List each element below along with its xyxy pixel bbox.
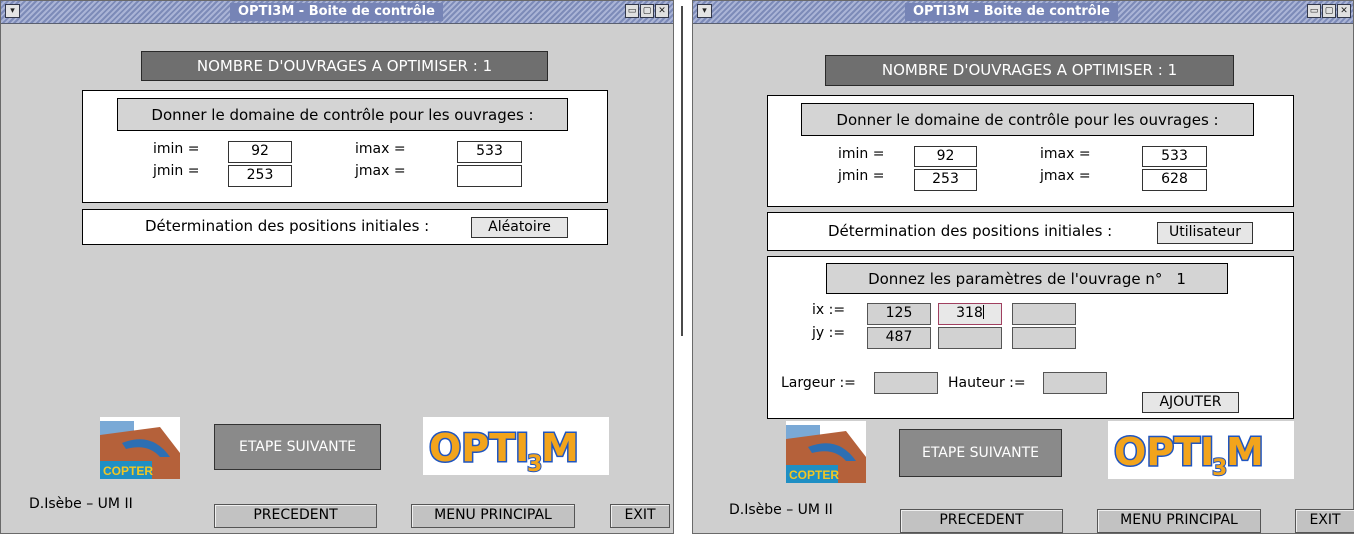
imax-label: imax = [355, 141, 406, 157]
imax-input[interactable]: 533 [1142, 146, 1207, 167]
domain-panel: Donner le domaine de contrôle pour les o… [767, 95, 1294, 207]
params-heading: Donnez les paramètres de l'ouvrage n° 1 [826, 263, 1228, 294]
window-right: ▾ OPTI3M - Boite de contrôle ▭ ▢ ✕ NOMBR… [692, 0, 1354, 534]
jmax-label: jmax = [355, 163, 406, 179]
jmax-input[interactable]: 628 [1142, 169, 1207, 191]
jmax-input[interactable] [457, 165, 522, 187]
init-panel: Détermination des positions initiales : … [767, 212, 1294, 251]
author-label: D.Isèbe – UM II [29, 496, 133, 512]
title-bar[interactable]: ▾ OPTI3M - Boite de contrôle ▭ ▢ ✕ [693, 1, 1353, 24]
maximize-icon[interactable]: ▢ [640, 4, 654, 18]
jmin-input[interactable]: 253 [228, 165, 292, 187]
close-icon[interactable]: ✕ [655, 4, 669, 18]
menu-principal-button[interactable]: MENU PRINCIPAL [1097, 509, 1261, 533]
init-label: Détermination des positions initiales : [145, 217, 430, 235]
window-title: OPTI3M - Boite de contrôle [905, 3, 1118, 21]
svg-text:OPTI: OPTI [429, 426, 529, 470]
opti3m-logo: OPTI M 3 [423, 417, 609, 478]
exit-button[interactable]: EXIT [610, 504, 670, 528]
svg-text:M: M [541, 426, 579, 470]
init-panel: Détermination des positions initiales : … [82, 209, 608, 245]
svg-text:M: M [1226, 430, 1264, 474]
menu-principal-button[interactable]: MENU PRINCIPAL [411, 504, 575, 528]
window-title: OPTI3M - Boite de contrôle [230, 3, 443, 21]
domain-heading: Donner le domaine de contrôle pour les o… [117, 98, 568, 131]
text-cursor-icon [982, 305, 984, 319]
ix-label: ix := [812, 302, 846, 318]
jmax-label: jmax = [1040, 168, 1091, 184]
copter-logo: COPTER [100, 417, 180, 479]
window-menu-icon[interactable]: ▾ [5, 4, 20, 18]
title-bar[interactable]: ▾ OPTI3M - Boite de contrôle ▭ ▢ ✕ [1, 1, 673, 24]
svg-text:3: 3 [1212, 456, 1227, 479]
ix-input-3[interactable] [1012, 303, 1076, 325]
jmin-label: jmin = [838, 168, 885, 184]
close-icon[interactable]: ✕ [1337, 4, 1351, 18]
ix-input-2-value: 318 [956, 305, 983, 321]
jy-input-2[interactable] [938, 327, 1002, 349]
imax-input[interactable]: 533 [457, 141, 522, 163]
maximize-icon[interactable]: ▢ [1322, 4, 1336, 18]
copter-text: COPTER [103, 464, 153, 478]
imin-input[interactable]: 92 [228, 141, 292, 163]
count-label: NOMBRE D'OUVRAGES A OPTIMISER : [196, 57, 478, 75]
precedent-button[interactable]: PRECEDENT [900, 509, 1063, 533]
copter-text: COPTER [789, 468, 839, 482]
count-value: 1 [1167, 61, 1178, 79]
ix-input-2[interactable]: 318 [938, 303, 1002, 325]
etape-suivante-button[interactable]: ETAPE SUIVANTE [899, 429, 1062, 477]
divider-line [681, 6, 683, 336]
largeur-input[interactable] [874, 372, 938, 394]
imin-label: imin = [153, 141, 200, 157]
imin-input[interactable]: 92 [914, 146, 977, 167]
ix-input-1[interactable]: 125 [867, 303, 931, 325]
svg-text:OPTI: OPTI [1114, 430, 1214, 474]
jy-input-1[interactable]: 487 [867, 327, 931, 349]
window-left: ▾ OPTI3M - Boite de contrôle ▭ ▢ ✕ NOMBR… [0, 0, 674, 534]
params-heading-label: Donnez les paramètres de l'ouvrage n° [868, 269, 1163, 288]
precedent-button[interactable]: PRECEDENT [214, 504, 377, 528]
opti3m-logo: OPTI M 3 [1108, 421, 1294, 482]
minimize-icon[interactable]: ▭ [1307, 4, 1321, 18]
aleatoire-button[interactable]: Aléatoire [471, 217, 568, 238]
author-label: D.Isèbe – UM II [729, 502, 833, 518]
jmin-label: jmin = [153, 163, 200, 179]
ouvrage-params-panel: Donnez les paramètres de l'ouvrage n° 1 … [767, 256, 1294, 419]
exit-button[interactable]: EXIT [1295, 509, 1354, 533]
ouvrage-number: 1 [1176, 269, 1186, 288]
init-label: Détermination des positions initiales : [828, 222, 1113, 240]
count-label: NOMBRE D'OUVRAGES A OPTIMISER : [881, 61, 1163, 79]
jy-input-3[interactable] [1012, 327, 1076, 349]
jy-label: jy := [812, 325, 846, 341]
domain-panel: Donner le domaine de contrôle pour les o… [82, 90, 608, 203]
copter-logo: COPTER [786, 421, 866, 483]
utilisateur-button[interactable]: Utilisateur [1157, 222, 1253, 244]
svg-text:3: 3 [527, 452, 542, 475]
count-value: 1 [482, 57, 493, 75]
ajouter-button[interactable]: AJOUTER [1142, 392, 1239, 413]
hauteur-label: Hauteur := [948, 375, 1026, 391]
ouvrages-count-banner: NOMBRE D'OUVRAGES A OPTIMISER : 1 [825, 55, 1234, 86]
minimize-icon[interactable]: ▭ [625, 4, 639, 18]
window-menu-icon[interactable]: ▾ [697, 4, 712, 18]
ouvrages-count-banner: NOMBRE D'OUVRAGES A OPTIMISER : 1 [141, 51, 548, 81]
etape-suivante-button[interactable]: ETAPE SUIVANTE [214, 424, 381, 470]
domain-heading: Donner le domaine de contrôle pour les o… [801, 103, 1254, 136]
hauteur-input[interactable] [1043, 372, 1107, 394]
imax-label: imax = [1040, 146, 1091, 162]
jmin-input[interactable]: 253 [914, 169, 977, 191]
imin-label: imin = [838, 146, 885, 162]
largeur-label: Largeur := [781, 375, 856, 391]
